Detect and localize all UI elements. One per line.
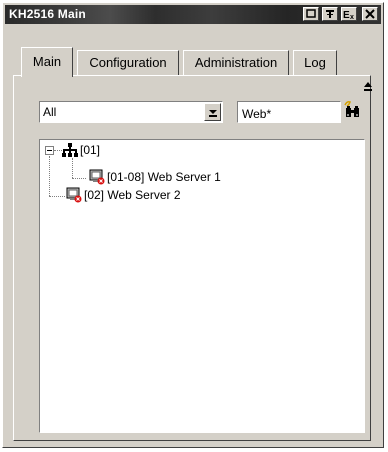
- tree-line: [49, 196, 65, 197]
- tab-configuration-label: Configuration: [89, 55, 167, 70]
- close-button[interactable]: [362, 7, 378, 21]
- tree-line: [49, 156, 50, 196]
- port-tree[interactable]: [01] [01-08] Web Server 1 [02] Web Serve: [39, 139, 365, 433]
- tree-sibling-label[interactable]: [02] Web Server 2: [84, 188, 181, 202]
- restore-icon: [306, 9, 316, 18]
- close-icon: [365, 9, 375, 19]
- find-button[interactable]: [343, 99, 365, 121]
- tab-log[interactable]: Log: [293, 50, 337, 76]
- search-input[interactable]: [237, 101, 341, 123]
- restore-button[interactable]: [303, 7, 319, 21]
- pin-icon: [326, 10, 334, 18]
- tree-child-icon-wrap: [89, 169, 105, 185]
- tab-configuration[interactable]: Configuration: [77, 50, 179, 76]
- tree-line: [72, 178, 86, 179]
- root-node[interactable]: [62, 143, 82, 159]
- collapse-up-icon: [364, 82, 372, 91]
- server-port-icon: [89, 169, 105, 185]
- tree-root-label[interactable]: [01]: [80, 143, 100, 157]
- collapse-node-toggle[interactable]: [45, 146, 54, 155]
- pin-button[interactable]: [322, 7, 338, 21]
- tree-child-label[interactable]: [01-08] Web Server 1: [107, 170, 221, 184]
- binoculars-icon: [344, 101, 359, 117]
- main-window: KH2516 Main Ex Main Configuration Admini…: [2, 2, 384, 448]
- collapse-toggle[interactable]: [363, 81, 373, 95]
- svg-text:x: x: [350, 14, 354, 20]
- exit-icon: Ex: [343, 10, 354, 21]
- title-bar[interactable]: KH2516 Main Ex: [5, 5, 381, 24]
- server-port-icon: [66, 187, 82, 203]
- tab-log-label: Log: [304, 55, 326, 70]
- svg-text:E: E: [343, 10, 350, 20]
- tab-main[interactable]: Main: [21, 47, 73, 77]
- tree-line: [72, 158, 73, 178]
- tab-main-label: Main: [32, 54, 62, 69]
- tab-administration[interactable]: Administration: [183, 50, 289, 76]
- tree-line: [54, 150, 62, 151]
- tree-sibling-icon-wrap: [66, 187, 82, 203]
- filter-selected-value: All: [43, 105, 57, 119]
- network-tree-icon: [62, 143, 78, 157]
- window-title: KH2516 Main: [9, 7, 86, 21]
- exit-button[interactable]: Ex: [341, 7, 357, 21]
- dropdown-arrow-button[interactable]: [204, 103, 221, 121]
- filter-combobox[interactable]: All: [39, 101, 223, 123]
- tab-administration-label: Administration: [194, 55, 278, 70]
